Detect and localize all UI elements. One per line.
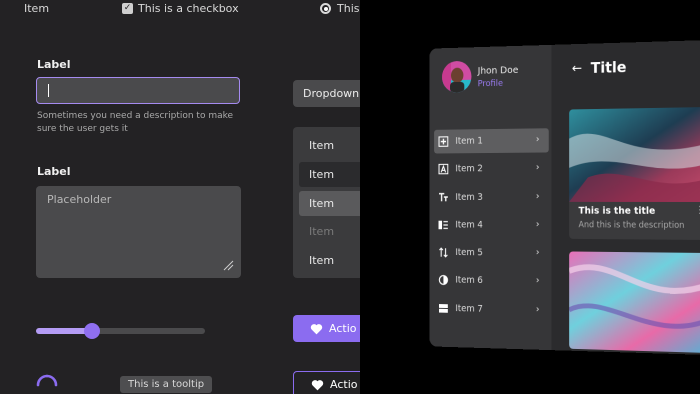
list-icon bbox=[438, 220, 449, 230]
more-options-icon[interactable]: ⋮ bbox=[695, 205, 700, 216]
sort-arrows-icon bbox=[439, 247, 449, 258]
field-description: Sometimes you need a description to make… bbox=[37, 111, 234, 134]
user-name: Jhon Doe bbox=[477, 65, 519, 77]
sidebar-item-5[interactable]: Item 5 › bbox=[434, 241, 549, 266]
font-a-icon bbox=[439, 164, 449, 174]
contrast-icon bbox=[439, 275, 449, 286]
menu-item[interactable]: Item bbox=[299, 248, 360, 273]
checkbox-checked-icon[interactable]: ✓ bbox=[122, 3, 133, 14]
action-button-outline[interactable]: Actio bbox=[293, 371, 360, 394]
text-caret bbox=[48, 84, 49, 97]
sidebar-item-label: Item 3 bbox=[455, 191, 483, 203]
textarea[interactable]: Placeholder bbox=[36, 186, 241, 278]
text-size-icon bbox=[439, 192, 449, 202]
action-label: Actio bbox=[329, 322, 357, 335]
user-profile-link[interactable]: Profile bbox=[478, 79, 503, 89]
sidebar-item-2[interactable]: Item 2 › bbox=[434, 157, 549, 182]
sidebar-item-7[interactable]: Item 7 › bbox=[434, 296, 549, 323]
sidebar-item-6[interactable]: Item 6 › bbox=[434, 268, 549, 294]
main-content: ← Title This is the title And this is th… bbox=[552, 40, 700, 355]
sidebar-item-label: Item 7 bbox=[455, 303, 483, 315]
chevron-right-icon: › bbox=[535, 134, 540, 145]
chevron-right-icon: › bbox=[535, 304, 540, 315]
sidebar-item-4[interactable]: Item 4 › bbox=[434, 213, 549, 238]
sidebar-nav: Item 1 › Item 2 › Item 3 › Item 4 › Item… bbox=[434, 128, 549, 327]
arrow-left-icon[interactable]: ← bbox=[572, 61, 582, 76]
add-box-icon bbox=[439, 136, 449, 147]
chevron-right-icon: › bbox=[535, 275, 540, 287]
card-image bbox=[569, 106, 700, 203]
radio-label: This bbox=[337, 2, 360, 15]
sidebar-item-label: Item 6 bbox=[455, 275, 483, 287]
radio-button[interactable]: This bbox=[320, 2, 359, 15]
chevron-right-icon: › bbox=[535, 190, 540, 202]
textarea-label: Label bbox=[37, 165, 71, 178]
action-label: Actio bbox=[330, 378, 358, 391]
sidebar-item-label: Item 2 bbox=[455, 163, 483, 175]
chevron-right-icon: › bbox=[535, 247, 540, 259]
checkbox-label: This is a checkbox bbox=[138, 2, 239, 15]
sidebar-item-label: Item 1 bbox=[455, 135, 483, 147]
chevron-right-icon: › bbox=[535, 219, 540, 230]
text-input-focused[interactable] bbox=[36, 77, 240, 104]
action-button-filled[interactable]: Actio bbox=[293, 315, 360, 342]
split-icon bbox=[438, 303, 449, 314]
heart-icon bbox=[310, 323, 323, 334]
text-field-label: Label bbox=[37, 58, 71, 71]
card-description: And this is the description bbox=[578, 220, 685, 231]
top-list-item[interactable]: Item bbox=[24, 2, 49, 15]
card-image-2[interactable] bbox=[569, 251, 700, 354]
component-kit: Item ✓ This is a checkbox This Label Som… bbox=[0, 0, 360, 394]
sidebar-item-label: Item 5 bbox=[455, 247, 483, 259]
loading-spinner-icon bbox=[36, 374, 58, 387]
chevron-right-icon: › bbox=[535, 162, 540, 174]
tooltip: This is a tooltip bbox=[120, 376, 213, 393]
textarea-placeholder: Placeholder bbox=[47, 193, 112, 206]
avatar-photo bbox=[442, 60, 472, 93]
sidebar: Jhon Doe Profile Item 1 › Item 2 › Item … bbox=[429, 44, 552, 351]
menu-item-disabled: Item bbox=[309, 225, 335, 239]
slider-handle[interactable] bbox=[83, 323, 100, 339]
sidebar-item-label: Item 4 bbox=[455, 219, 483, 231]
resize-grip-icon[interactable] bbox=[222, 259, 234, 271]
radio-selected-icon[interactable] bbox=[320, 3, 331, 14]
menu-item[interactable]: Item bbox=[299, 133, 360, 158]
dropdown-button[interactable]: Dropdown bbox=[293, 80, 360, 107]
menu-item-hover[interactable]: Item bbox=[299, 161, 360, 187]
heart-icon bbox=[311, 379, 324, 390]
sidebar-item-3[interactable]: Item 3 › bbox=[434, 185, 549, 209]
avatar[interactable] bbox=[442, 60, 472, 93]
sidebar-item-1[interactable]: Item 1 › bbox=[434, 128, 549, 154]
slider[interactable] bbox=[36, 323, 205, 339]
menu-item-selected[interactable]: Item bbox=[299, 190, 360, 216]
app-window: Jhon Doe Profile Item 1 › Item 2 › Item … bbox=[429, 40, 700, 355]
checkbox[interactable]: ✓ This is a checkbox bbox=[122, 2, 239, 15]
content-card[interactable]: This is the title And this is the descri… bbox=[569, 106, 700, 241]
card-title: This is the title bbox=[578, 205, 656, 217]
dropdown-menu: Item Item Item Item Item bbox=[293, 127, 360, 278]
page-title: Title bbox=[590, 58, 627, 77]
